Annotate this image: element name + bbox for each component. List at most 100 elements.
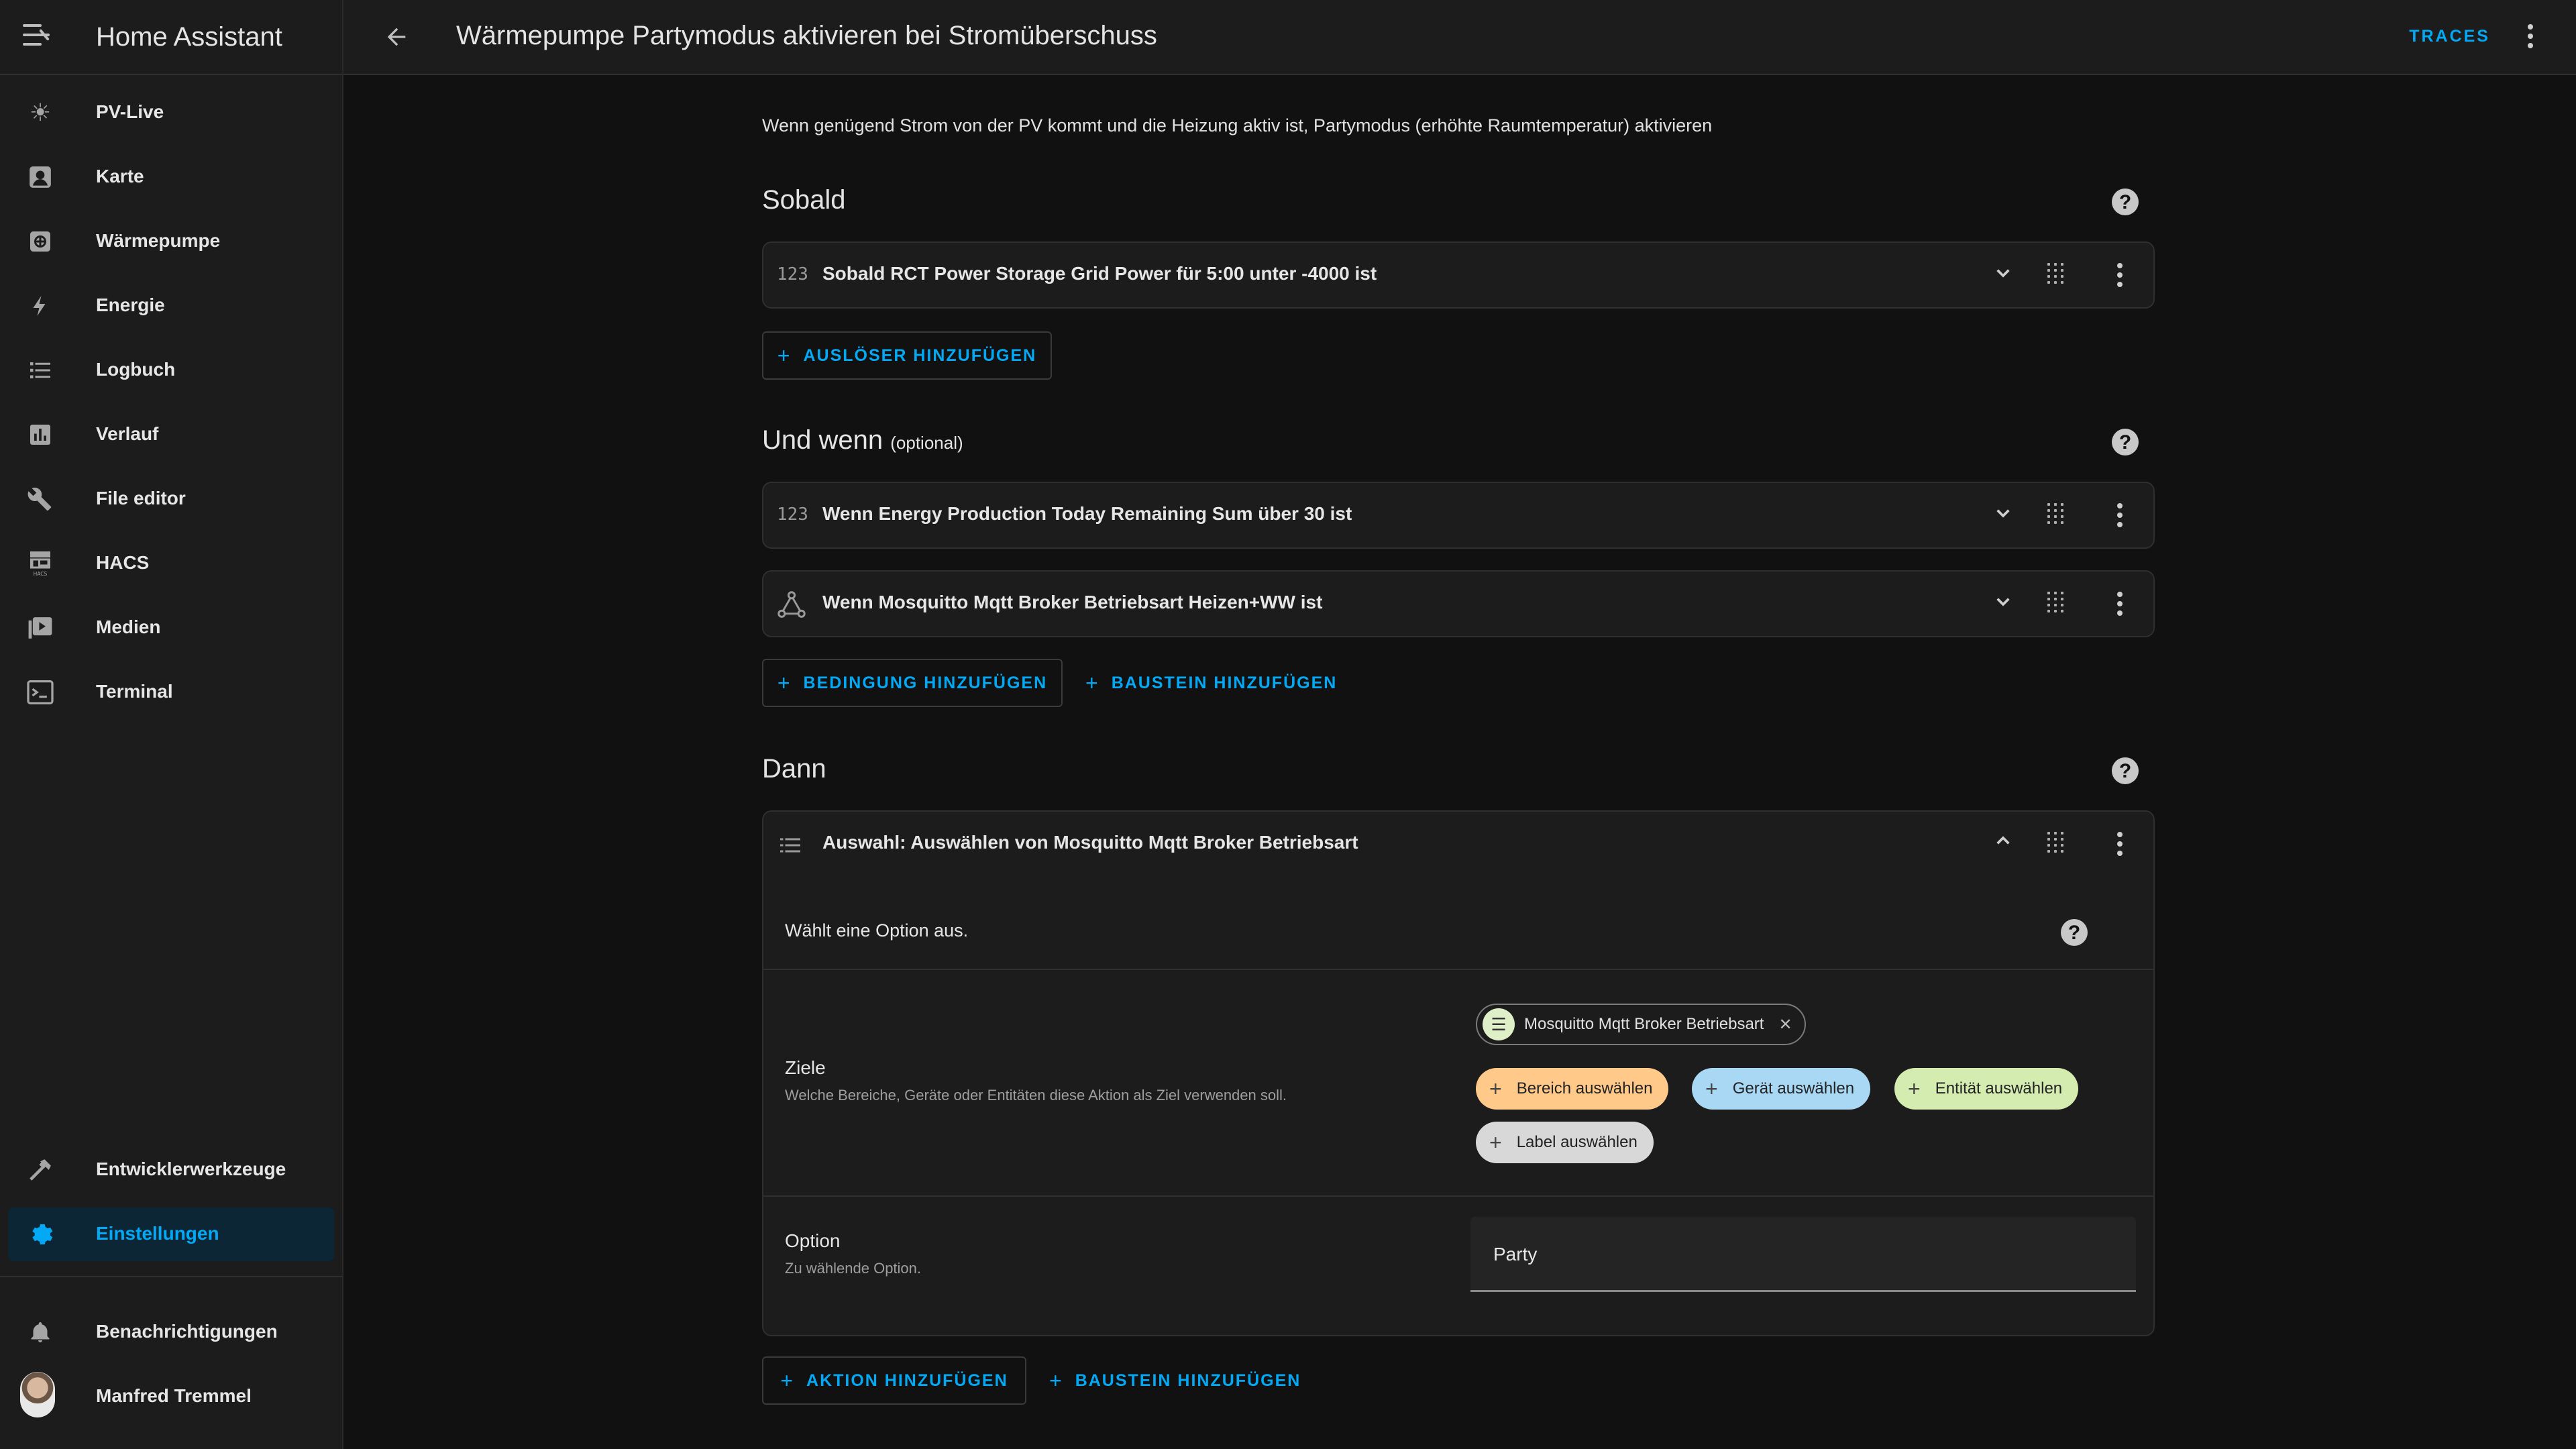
add-condition-button[interactable]: + BEDINGUNG HINZUFÜGEN [762,659,1063,707]
row-menu-icon[interactable] [2117,263,2124,287]
sidebar-item-terminal[interactable]: Terminal [8,665,334,719]
sidebar-item-verlauf[interactable]: Verlauf [8,408,334,462]
sidebar-item-label: File editor [96,488,186,508]
chip-label: Mosquitto Mqtt Broker Betriebsart [1524,1015,1764,1033]
chip-label: Entität auswählen [1935,1079,2063,1097]
sidebar-item-waermepumpe[interactable]: Wärmepumpe [8,215,334,268]
row-menu-icon[interactable] [2117,832,2124,856]
sidebar-item-pv-live[interactable]: ☀ PV-Live [8,86,334,140]
sidebar-item-label: Energie [96,294,165,315]
help-icon[interactable]: ? [2112,757,2139,784]
option-hint: Zu wählende Option. [785,1260,922,1277]
sidebar-item-karte[interactable]: Karte [8,150,334,204]
list-icon: ☰ [1483,1008,1515,1040]
selected-target-chip[interactable]: ☰ Mosquitto Mqtt Broker Betriebsart ✕ [1476,1004,1806,1045]
section-title-triggers: Sobald [762,185,846,215]
sidebar-item-entwicklerwerkzeuge[interactable]: Entwicklerwerkzeuge [8,1143,334,1197]
state-icon [777,590,806,625]
sidebar-item-label: Terminal [96,681,173,702]
add-building-block-button[interactable]: + BAUSTEIN HINZUFÜGEN [1085,659,1337,707]
condition-row[interactable]: 123 Wenn Energy Production Today Remaini… [762,482,2155,549]
sidebar-item-label: Entwicklerwerkzeuge [96,1159,286,1179]
gear-icon [27,1221,54,1248]
overflow-menu-icon[interactable] [2524,23,2537,50]
select-area-chip[interactable]: + Bereich auswählen [1476,1068,1669,1110]
console-icon [27,679,54,706]
optional-label: (optional) [890,433,963,453]
section-title-conditions: Und wenn (optional) [762,425,963,455]
option-value: Party [1493,1244,1538,1265]
sun-icon: ☀ [29,99,52,126]
plus-icon: + [777,670,792,695]
chip-label: Gerät auswählen [1732,1079,1855,1097]
sidebar-item-medien[interactable]: Medien [8,601,334,655]
wrench-icon [27,486,54,513]
top-app-bar: Wärmepumpe Partymodus aktivieren bei Str… [343,0,2576,75]
chevron-down-icon[interactable] [1990,588,2017,614]
sidebar-item-profile[interactable]: Manfred Tremmel [8,1370,334,1424]
sidebar-item-benachrichtigungen[interactable]: Benachrichtigungen [8,1305,334,1359]
sidebar-item-label: Verlauf [96,423,159,444]
chevron-down-icon[interactable] [1990,259,2017,286]
sidebar: Home Assistant ☀ PV-Live Karte Wärmepump… [0,0,343,1449]
select-device-chip[interactable]: + Gerät auswählen [1692,1068,1871,1110]
add-trigger-button[interactable]: + AUSLÖSER HINZUFÜGEN [762,331,1052,380]
menu-toggle-icon[interactable] [23,24,50,48]
button-label: BEDINGUNG HINZUFÜGEN [803,673,1048,692]
divider [763,969,2153,970]
sidebar-item-file-editor[interactable]: File editor [8,472,334,526]
button-label: AUSLÖSER HINZUFÜGEN [803,345,1037,365]
row-menu-icon[interactable] [2117,592,2124,616]
targets-hint: Welche Bereiche, Geräte oder Entitäten d… [785,1087,1287,1104]
lightning-icon [27,292,54,319]
drag-handle-icon[interactable] [2047,832,2066,855]
section-title-text: Und wenn [762,425,883,455]
sidebar-item-label: PV-Live [96,101,164,122]
sidebar-item-label: Logbuch [96,359,176,380]
option-field[interactable]: Party [1470,1217,2136,1292]
numeric-state-icon: 123 [777,264,808,284]
sidebar-item-energie[interactable]: Energie [8,279,334,333]
chart-icon [27,421,54,448]
drag-handle-icon[interactable] [2047,592,2066,614]
sidebar-item-label: HACS [96,552,150,573]
button-label: BAUSTEIN HINZUFÜGEN [1111,673,1338,692]
chip-label: Label auswählen [1516,1133,1638,1151]
user-name: Manfred Tremmel [96,1385,252,1406]
button-label: BAUSTEIN HINZUFÜGEN [1075,1371,1301,1390]
drag-handle-icon[interactable] [2047,503,2066,526]
select-label-chip[interactable]: + Label auswählen [1476,1122,1654,1163]
help-icon[interactable]: ? [2112,189,2139,215]
condition-row[interactable]: Wenn Mosquitto Mqtt Broker Betriebsart H… [762,570,2155,637]
condition-summary: Wenn Mosquitto Mqtt Broker Betriebsart H… [822,592,1323,612]
select-entity-chip[interactable]: + Entität auswählen [1894,1068,2079,1110]
plus-icon: + [1705,1076,1718,1101]
chevron-down-icon[interactable] [1990,499,2017,526]
plus-icon: + [1908,1076,1921,1101]
sidebar-item-logbuch[interactable]: Logbuch [8,343,334,397]
plus-icon: + [1489,1130,1502,1155]
page-title: Wärmepumpe Partymodus aktivieren bei Str… [456,21,1157,50]
sidebar-item-label: Medien [96,616,161,637]
help-icon[interactable]: ? [2061,919,2088,946]
sidebar-item-einstellungen[interactable]: Einstellungen [8,1208,334,1261]
chip-label: Bereich auswählen [1516,1079,1653,1097]
trigger-row[interactable]: 123 Sobald RCT Power Storage Grid Power … [762,241,2155,309]
plus-icon: + [777,343,792,368]
sidebar-item-hacs[interactable]: HACS HACS [8,537,334,590]
help-icon[interactable]: ? [2112,429,2139,455]
close-icon[interactable]: ✕ [1778,1015,1792,1034]
section-title-text: Sobald [762,185,846,215]
drag-handle-icon[interactable] [2047,263,2066,286]
add-action-button[interactable]: + AKTION HINZUFÜGEN [762,1356,1026,1405]
back-arrow-icon[interactable] [380,20,413,54]
heat-pump-icon [27,228,54,255]
sidebar-item-label: Karte [96,166,144,186]
play-box-icon [27,614,54,641]
traces-button[interactable]: TRACES [2409,27,2490,46]
chevron-up-icon[interactable] [1990,828,2017,855]
add-building-block-button[interactable]: + BAUSTEIN HINZUFÜGEN [1049,1356,1301,1405]
sidebar-item-label: Benachrichtigungen [96,1321,278,1342]
sidebar-item-label: Einstellungen [96,1223,219,1244]
row-menu-icon[interactable] [2117,503,2124,527]
